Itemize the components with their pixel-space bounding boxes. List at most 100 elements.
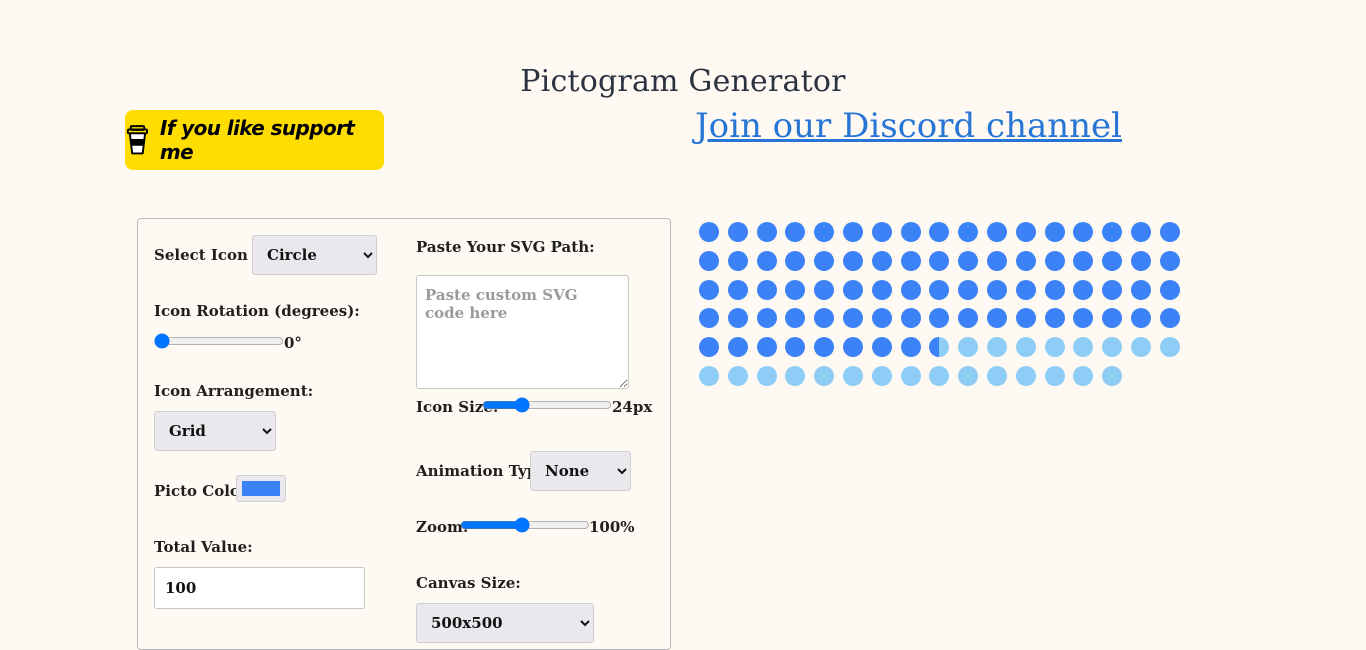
pictogram-icon: [987, 250, 1007, 271]
page-title: Pictogram Generator: [520, 64, 846, 99]
pictogram-icon: [1073, 366, 1094, 386]
pictogram-icon: [843, 279, 863, 300]
pictogram-icon: [785, 366, 806, 386]
pictogram-canvas: [698, 221, 1198, 401]
pictogram-icon: [1044, 222, 1065, 242]
pictogram-icon: [987, 308, 1007, 329]
pictogram-icon: [814, 222, 835, 242]
pictogram-icon: [929, 337, 950, 358]
pictogram-icon: [929, 366, 950, 386]
color-picker[interactable]: [236, 475, 286, 502]
total-value-input[interactable]: [154, 567, 365, 609]
rotation-value: 0°: [284, 334, 302, 352]
discord-link[interactable]: Join our Discord channel: [695, 106, 1122, 146]
pictogram-icon: [699, 250, 719, 271]
pictogram-icon: [699, 279, 719, 300]
pictogram-icon: [1073, 222, 1094, 242]
pictogram-icon: [1131, 250, 1151, 271]
pictogram-icon: [987, 366, 1007, 386]
support-button[interactable]: If you like support me: [125, 110, 384, 170]
pictogram-icon: [1159, 222, 1180, 242]
rotation-label: Icon Rotation (degrees):: [154, 302, 360, 320]
pictogram-icon: [1044, 308, 1065, 329]
pictogram-icon: [1015, 337, 1036, 358]
pictogram-icon: [1159, 308, 1180, 329]
pictogram-icon: [958, 279, 979, 300]
pictogram-icon: [958, 308, 979, 329]
pictogram-icon: [871, 250, 892, 271]
support-button-label: If you like support me: [159, 116, 355, 164]
pictogram-icon: [843, 366, 863, 386]
icon-size-value: 24px: [612, 398, 653, 416]
pictogram-icon: [1073, 250, 1094, 271]
arrangement-select[interactable]: Grid: [154, 411, 276, 451]
pictogram-icon: [814, 279, 835, 300]
pictogram-icon: [1073, 308, 1094, 329]
svg-path-label: Paste Your SVG Path:: [416, 238, 595, 256]
pictogram-icon: [785, 337, 806, 358]
rotation-slider[interactable]: [154, 333, 284, 349]
pictogram-icon: [727, 250, 748, 271]
icon-select[interactable]: Circle: [252, 235, 377, 275]
pictogram-icon: [785, 308, 806, 329]
pictogram-icon: [987, 337, 1007, 358]
pictogram-icon: [843, 222, 863, 242]
pictogram-icon: [958, 222, 979, 242]
pictogram-icon: [1015, 222, 1036, 242]
pictogram-icon: [727, 337, 748, 358]
pictogram-icon: [958, 366, 979, 386]
pictogram-icon: [1044, 279, 1065, 300]
pictogram-icon: [814, 308, 835, 329]
pictogram-icon: [900, 222, 921, 242]
pictogram-icon: [1015, 279, 1036, 300]
pictogram-icon: [699, 366, 719, 386]
pictogram-icon: [871, 279, 892, 300]
pictogram-icon: [727, 308, 748, 329]
arrangement-label: Icon Arrangement:: [154, 382, 314, 400]
pictogram-icon: [1159, 337, 1180, 358]
pictogram-icon: [756, 366, 777, 386]
canvas-size-select[interactable]: 500x500: [416, 603, 594, 643]
pictogram-icon: [929, 279, 950, 300]
pictogram-icon: [958, 250, 979, 271]
pictogram-icon: [1044, 250, 1065, 271]
pictogram-icon: [814, 250, 835, 271]
pictogram-icon: [1102, 250, 1123, 271]
pictogram-icon: [1102, 222, 1123, 242]
pictogram-icon: [900, 366, 921, 386]
pictogram-icon: [1131, 222, 1151, 242]
pictogram-icon: [1131, 308, 1151, 329]
pictogram-icon: [1159, 250, 1180, 271]
pictogram-icon: [1102, 337, 1123, 358]
zoom-slider[interactable]: [460, 517, 590, 533]
pictogram-icon: [958, 337, 979, 358]
pictogram-icon: [1015, 250, 1036, 271]
pictogram-icon: [929, 308, 950, 329]
pictogram-icon: [843, 308, 863, 329]
zoom-value: 100%: [589, 518, 635, 536]
pictogram-icon: [1073, 279, 1094, 300]
pictogram-icon: [1159, 279, 1180, 300]
pictogram-icon: [1131, 279, 1151, 300]
pictogram-icon: [727, 222, 748, 242]
animation-select[interactable]: None: [530, 451, 631, 491]
pictogram-icon: [871, 308, 892, 329]
pictogram-icon: [1073, 337, 1094, 358]
pictogram-icon: [1102, 366, 1123, 386]
pictogram-icon: [871, 337, 892, 358]
pictogram-icon: [900, 250, 921, 271]
pictogram-icon: [1044, 366, 1065, 386]
pictogram-icon: [843, 337, 863, 358]
pictogram-icon: [814, 366, 835, 386]
icon-size-slider[interactable]: [482, 397, 612, 413]
pictogram-icon: [1044, 337, 1065, 358]
coffee-cup-icon: [126, 125, 148, 155]
pictogram-icon: [785, 279, 806, 300]
pictogram-icon: [900, 337, 921, 358]
pictogram-icon: [871, 222, 892, 242]
pictogram-icon: [987, 279, 1007, 300]
canvas-size-label: Canvas Size:: [416, 574, 521, 592]
svg-path-textarea[interactable]: [416, 275, 629, 389]
pictogram-icon: [727, 279, 748, 300]
pictogram-icon: [1015, 366, 1036, 386]
